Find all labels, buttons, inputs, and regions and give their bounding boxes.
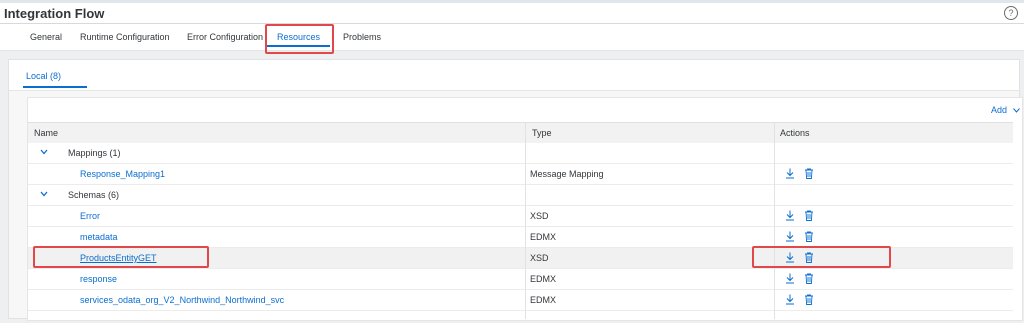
table-row-group-schemas[interactable]: Schemas (6) <box>28 185 1013 206</box>
table-row[interactable]: services_odata_org_V2_Northwind_Northwin… <box>28 290 1013 311</box>
download-icon[interactable] <box>785 294 795 305</box>
resource-name-link[interactable]: Response_Mapping1 <box>80 169 165 179</box>
download-icon[interactable] <box>785 231 795 242</box>
tab-general[interactable]: General <box>30 32 62 42</box>
subtab-bar: Local (8) <box>9 60 1019 91</box>
column-header-name[interactable]: Name <box>34 128 58 138</box>
tab-runtime-configuration[interactable]: Runtime Configuration <box>80 32 170 42</box>
tab-problems[interactable]: Problems <box>343 32 381 42</box>
trash-icon[interactable] <box>804 168 814 179</box>
page-header: Integration Flow ? <box>0 3 1024 24</box>
group-label: Schemas (6) <box>68 190 120 200</box>
trash-icon[interactable] <box>804 231 814 242</box>
resource-name-link[interactable]: services_odata_org_V2_Northwind_Northwin… <box>80 295 284 305</box>
resource-name-link[interactable]: metadata <box>80 232 118 242</box>
subtab-indicator <box>23 86 87 88</box>
trash-icon[interactable] <box>804 273 814 284</box>
column-header-type[interactable]: Type <box>532 128 552 138</box>
subtab-local[interactable]: Local (8) <box>26 71 61 81</box>
highlight-box-products-actions <box>752 246 891 268</box>
table-header: Name Type Actions <box>28 122 1013 144</box>
table-row-group-mappings[interactable]: Mappings (1) <box>28 143 1013 164</box>
download-icon[interactable] <box>785 210 795 221</box>
column-divider <box>525 122 526 319</box>
column-header-actions[interactable]: Actions <box>780 128 810 138</box>
resources-table: Add Name Type Actions Mappings (1) Respo… <box>27 97 1023 321</box>
chevron-down-icon <box>1012 108 1020 113</box>
resource-type: EDMX <box>530 274 557 284</box>
resource-type: Message Mapping <box>530 169 604 179</box>
trash-icon[interactable] <box>804 294 814 305</box>
table-row[interactable]: Response_Mapping1 Message Mapping <box>28 164 1013 185</box>
resource-name-link[interactable]: response <box>80 274 117 284</box>
table-row[interactable]: response EDMX <box>28 269 1013 290</box>
table-row[interactable]: Error XSD <box>28 206 1013 227</box>
highlight-box-resources-tab <box>265 24 334 54</box>
download-icon[interactable] <box>785 273 795 284</box>
tab-error-configuration[interactable]: Error Configuration <box>187 32 263 42</box>
add-button[interactable]: Add <box>991 105 1020 115</box>
resource-type: EDMX <box>530 295 557 305</box>
chevron-down-icon[interactable] <box>40 191 48 197</box>
tab-bar: General Runtime Configuration Error Conf… <box>0 24 1024 51</box>
add-button-label: Add <box>991 105 1008 115</box>
table-row[interactable]: metadata EDMX <box>28 227 1013 248</box>
highlight-box-products-name <box>33 246 209 268</box>
page-title: Integration Flow <box>4 6 105 21</box>
column-divider <box>774 122 775 319</box>
resource-name-link[interactable]: Error <box>80 211 100 221</box>
download-icon[interactable] <box>785 168 795 179</box>
resource-type: XSD <box>530 211 549 221</box>
resource-type: XSD <box>530 253 549 263</box>
help-icon[interactable]: ? <box>1004 6 1018 20</box>
chevron-down-icon[interactable] <box>40 149 48 155</box>
group-label: Mappings (1) <box>68 148 121 158</box>
trash-icon[interactable] <box>804 210 814 221</box>
resource-type: EDMX <box>530 232 557 242</box>
